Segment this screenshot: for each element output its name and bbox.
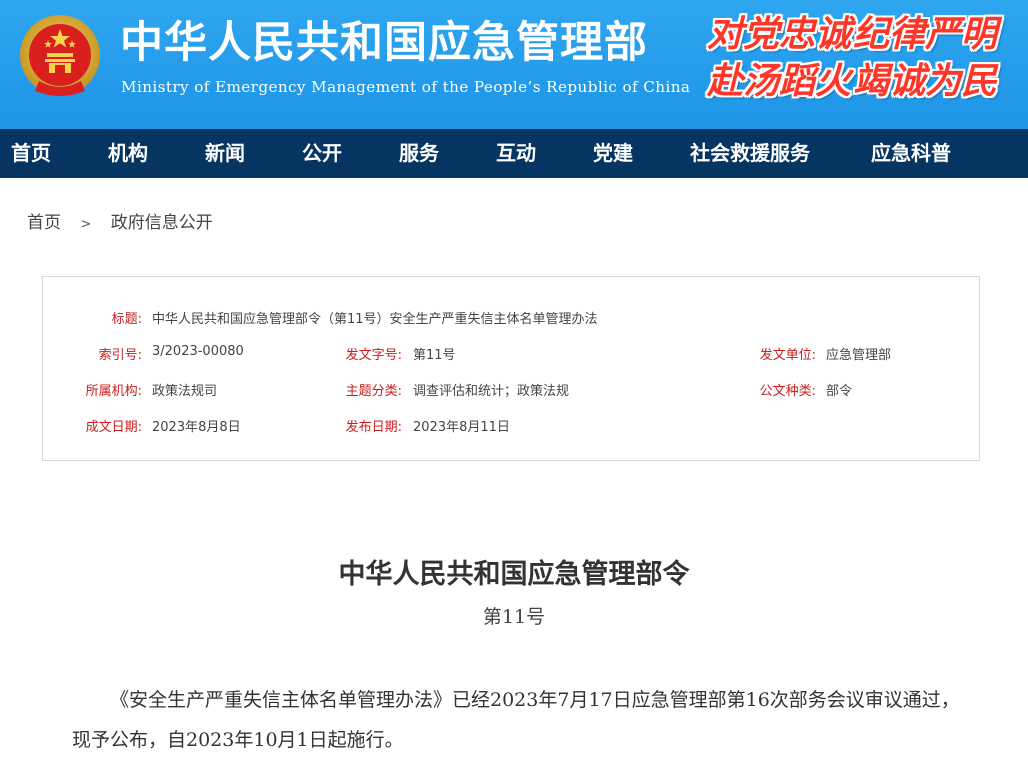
meta-published-value: 2023年8月11日 [413,420,510,435]
meta-type-value: 部令 [826,384,853,399]
meta-issuer-label: 发文单位: [759,348,816,363]
article-body: 《安全生产严重失信主体名单管理办法》已经2023年7月17日应急管理部第16次部… [72,689,960,751]
nav-item-service[interactable]: 服务 [399,129,439,178]
meta-org-label: 所属机构: [85,384,142,399]
breadcrumb-home-link[interactable]: 首页 [27,213,61,233]
meta-type-label: 公文种类: [759,384,816,399]
main-nav: 首页 机构 新闻 公开 服务 互动 党建 社会救援服务 应急科普 [0,129,1028,178]
meta-docno-label: 发文字号: [345,348,402,363]
slogan-3: 赴汤蹈火 [707,60,852,102]
meta-title-label: 标题: [111,312,142,327]
meta-index-value: 3/2023-00080 [152,344,244,359]
nav-item-home[interactable]: 首页 [11,129,51,178]
breadcrumb-current-link[interactable]: 政府信息公开 [111,213,213,233]
meta-title-value: 中华人民共和国应急管理部令（第11号）安全生产严重失信主体名单管理办法 [152,312,598,327]
nav-item-rescue-service[interactable]: 社会救援服务 [690,129,810,178]
site-title[interactable]: 中华人民共和国应急管理部 [120,12,648,74]
meta-org-value: 政策法规司 [152,384,218,399]
nav-item-interaction[interactable]: 互动 [496,129,536,178]
slogan-1: 对党忠诚 [707,13,852,55]
meta-created-label: 成文日期: [85,420,142,435]
meta-created-value: 2023年8月8日 [152,420,241,435]
meta-published-label: 发布日期: [345,420,402,435]
nav-item-science[interactable]: 应急科普 [871,129,951,178]
nav-item-news[interactable]: 新闻 [205,129,245,178]
nav-item-organization[interactable]: 机构 [108,129,148,178]
site-subtitle: Ministry of Emergency Management of the … [121,78,691,96]
national-emblem-icon[interactable] [19,13,101,101]
site-header: 中华人民共和国应急管理部 Ministry of Emergency Manag… [0,0,1028,129]
meta-issuer-value: 应急管理部 [826,348,892,363]
document-meta-box: 标题: 中华人民共和国应急管理部令（第11号）安全生产严重失信主体名单管理办法 … [42,276,980,461]
breadcrumb: 首页 > 政府信息公开 [27,210,213,236]
nav-item-party[interactable]: 党建 [593,129,633,178]
slogan-4: 竭诚为民 [853,60,998,102]
meta-topic-label: 主题分类: [345,384,402,399]
nav-item-public[interactable]: 公开 [302,129,342,178]
slogan-2: 纪律严明 [853,13,998,55]
meta-index-label: 索引号: [98,348,142,363]
meta-topic-value: 调查评估和统计；政策法规 [413,384,570,399]
meta-docno-value: 第11号 [413,348,456,363]
article-number: 第11号 [482,606,546,628]
article-title: 中华人民共和国应急管理部令 [338,559,690,590]
breadcrumb-separator: > [80,217,92,232]
